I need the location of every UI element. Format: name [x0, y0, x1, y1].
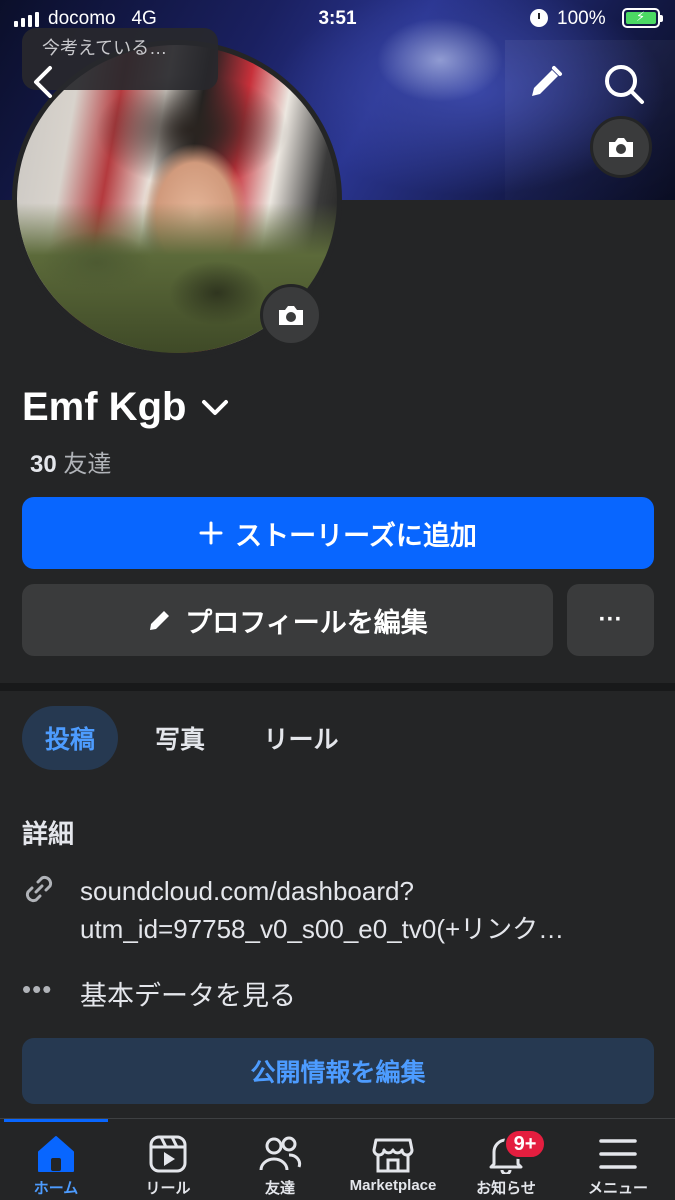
tab-photos[interactable]: 写真	[132, 706, 228, 770]
back-icon[interactable]	[26, 62, 60, 102]
edit-profile-button[interactable]: プロフィールを編集	[22, 584, 553, 656]
friends-icon	[259, 1136, 302, 1171]
profile-name[interactable]: Emf Kgb	[22, 385, 230, 430]
menu-icon	[599, 1139, 637, 1169]
profile-camera-button[interactable]	[260, 284, 322, 346]
details-title: 詳細	[22, 819, 75, 849]
nav-friends[interactable]: 友達	[228, 1119, 332, 1200]
friends-count[interactable]: 30 友達	[30, 444, 111, 479]
see-basic-info-link[interactable]: 基本データを見る	[80, 974, 296, 1013]
reels-icon	[149, 1135, 187, 1173]
add-story-button[interactable]: ストーリーズに追加	[22, 497, 654, 569]
more-dots-icon: •••	[22, 974, 53, 1004]
battery-icon	[622, 8, 663, 28]
camera-icon	[609, 138, 633, 157]
nav-home[interactable]: ホーム	[4, 1119, 108, 1200]
edit-public-info-button[interactable]: 公開情報を編集	[22, 1038, 654, 1104]
website-link[interactable]: soundcloud.com/dashboard? utm_id=97758_v…	[80, 872, 658, 948]
edit-icon[interactable]	[526, 64, 564, 102]
pencil-icon	[150, 611, 170, 630]
more-options-button[interactable]: ···	[567, 584, 654, 656]
bottom-nav: ホーム リール 友達 Marketplace お知らせ 9+ メニュー	[0, 1118, 675, 1200]
tab-posts[interactable]: 投稿	[22, 706, 118, 770]
home-icon	[38, 1136, 74, 1172]
link-icon	[25, 875, 53, 903]
tab-reels[interactable]: リール	[242, 706, 360, 770]
notifications-badge: 9+	[504, 1129, 546, 1159]
alarm-icon	[530, 9, 548, 27]
nav-notifications[interactable]: お知らせ 9+	[454, 1119, 558, 1200]
section-divider	[0, 683, 675, 691]
battery-percent: 100%	[557, 8, 606, 29]
cover-camera-button[interactable]	[590, 116, 652, 178]
search-icon[interactable]	[602, 62, 646, 106]
plus-icon	[199, 521, 223, 545]
nav-reels[interactable]: リール	[116, 1119, 220, 1200]
chevron-down-icon[interactable]	[200, 398, 230, 418]
marketplace-icon	[372, 1138, 414, 1173]
nav-marketplace[interactable]: Marketplace	[336, 1119, 450, 1200]
profile-name-text: Emf Kgb	[22, 385, 187, 429]
nav-menu[interactable]: メニュー	[566, 1119, 670, 1200]
camera-icon	[279, 306, 303, 325]
